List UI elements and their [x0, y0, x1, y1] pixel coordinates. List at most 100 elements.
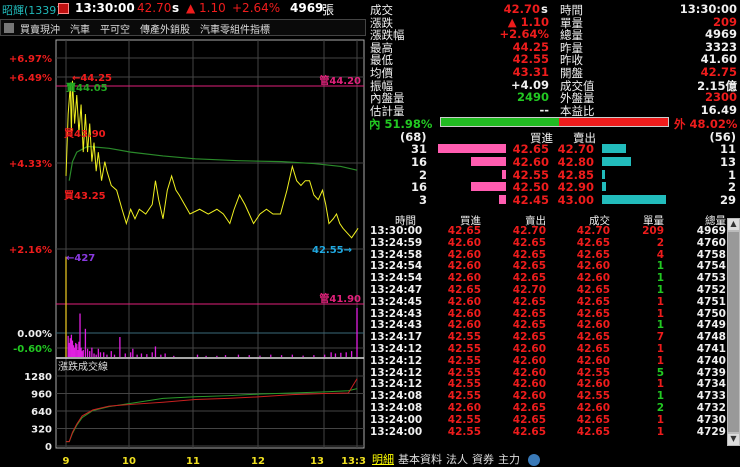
- tick-time: 13:24:54: [370, 272, 423, 285]
- tick-ask: 42.65: [512, 425, 546, 438]
- tick-volume: 1: [656, 425, 664, 438]
- tick-ask: 42.70: [512, 225, 546, 237]
- tag-item[interactable]: 汽車零組件指標: [200, 25, 270, 36]
- tick-price: 42.60: [576, 402, 610, 414]
- tick-time: 13:24:00: [370, 413, 423, 426]
- stock-name[interactable]: 昭輝(1339): [2, 2, 61, 18]
- refresh-icon[interactable]: [527, 454, 540, 466]
- tag-item[interactable]: 汽車: [70, 25, 90, 36]
- tick-bid: 42.55: [447, 343, 481, 355]
- tick-bid: 42.60: [447, 260, 481, 273]
- bid-price: 42.45: [512, 193, 549, 208]
- dropdown-icon[interactable]: [4, 23, 14, 33]
- scrollbar[interactable]: ▲ ▼: [727, 218, 740, 446]
- scroll-thumb[interactable]: [728, 232, 739, 432]
- header-price: 42.70: [137, 1, 172, 15]
- subchart-title: 漲跌成交線: [58, 360, 108, 373]
- red-cumulative-line: [66, 378, 358, 443]
- scroll-down-icon[interactable]: ▼: [728, 434, 739, 445]
- tag-item[interactable]: 買賣現沖: [20, 25, 60, 36]
- tab-major[interactable]: 主力: [498, 453, 520, 466]
- tick-total: 4760: [696, 236, 726, 249]
- tick-total: 4749: [696, 319, 726, 332]
- tick-ask: 42.65: [512, 236, 546, 249]
- tag-item[interactable]: 平可空: [100, 25, 130, 36]
- tick-price: 42.55: [576, 366, 610, 379]
- tick-total: 4752: [696, 284, 726, 296]
- tick-time: 13:24:00: [370, 425, 423, 438]
- ask-bar: [602, 169, 605, 179]
- tick-bid: 42.60: [447, 272, 481, 285]
- tick-total: 4732: [696, 402, 726, 414]
- y-tick: 1280: [24, 372, 52, 383]
- intraday-chart[interactable]: +6.97%+6.49%+4.33%+2.16%0.00%-0.60%←44.2…: [0, 38, 366, 466]
- tick-volume: 1: [656, 390, 664, 403]
- tick-bid: 42.55: [447, 331, 481, 344]
- tick-ask: 42.65: [512, 331, 546, 344]
- tick-total: 4729: [696, 425, 726, 438]
- x-tick: 10: [122, 456, 136, 466]
- tick-bid: 42.55: [447, 390, 481, 403]
- tick-price: 42.60: [576, 378, 610, 391]
- tick-bid: 42.65: [447, 225, 481, 237]
- header-time: 13:30:00: [75, 1, 135, 15]
- y-pct-tick: 0.00%: [17, 329, 52, 340]
- tick-total: 4739: [696, 366, 726, 379]
- tick-volume: 209: [642, 225, 664, 237]
- tick-bid: 42.60: [447, 295, 481, 308]
- tick-price: 42.65: [576, 331, 610, 344]
- tab-basic-info[interactable]: 基本資料: [398, 453, 442, 466]
- tick-price: 42.65: [576, 295, 610, 308]
- tick-time: 13:24:59: [370, 236, 423, 249]
- bid-bar: [470, 182, 506, 192]
- tick-price: 42.65: [576, 248, 610, 261]
- bid-quantity: 3: [418, 193, 427, 208]
- y-pct-tick: +6.97%: [9, 54, 52, 65]
- tick-volume: 4: [656, 248, 664, 261]
- tick-ask: 42.65: [512, 307, 546, 320]
- calendar-icon[interactable]: [58, 3, 69, 14]
- header-volume: 4969: [290, 1, 324, 15]
- sell-open-label: 賣44.05: [66, 81, 108, 94]
- tick-volume: 1: [656, 378, 664, 391]
- tab-detail[interactable]: 明細: [372, 453, 394, 466]
- tick-bid: 42.55: [447, 354, 481, 367]
- tick-price: 42.65: [576, 425, 610, 438]
- tick-ask: 42.60: [512, 343, 546, 355]
- y-tick: 320: [31, 425, 52, 436]
- y-tick: 640: [31, 407, 52, 418]
- tab-margin[interactable]: 資券: [472, 453, 494, 466]
- tick-ask: 42.60: [512, 354, 546, 367]
- tab-institutional[interactable]: 法人: [446, 453, 468, 466]
- tick-bid: 42.60: [447, 319, 481, 332]
- tick-price: 42.65: [576, 413, 610, 426]
- tick-bid: 42.60: [447, 402, 481, 414]
- tick-volume: 1: [656, 343, 664, 355]
- tick-total: 4751: [696, 295, 726, 308]
- tick-ask: 42.60: [512, 366, 546, 379]
- tag-item[interactable]: 傳產外銷股: [140, 25, 190, 36]
- bid-bar: [501, 169, 506, 179]
- ask-bar: [602, 144, 627, 153]
- header-change: 1.10: [199, 1, 226, 15]
- tick-total: 4730: [696, 413, 726, 426]
- x-tick: 13:30: [341, 456, 366, 466]
- stock-header: 昭輝(1339) 13:30:00 42.70 s ▲ 1.10 +2.64% …: [0, 0, 366, 18]
- tick-volume: 2: [656, 402, 664, 414]
- tick-total: 4758: [696, 248, 726, 261]
- average-price-line: [68, 145, 358, 181]
- y-tick: 960: [31, 390, 52, 401]
- open-volume-label: ←427: [66, 253, 95, 264]
- tick-price: 42.70: [576, 225, 610, 237]
- tick-time: 13:24:12: [370, 366, 423, 379]
- tick-time: 13:24:12: [370, 343, 423, 355]
- tick-price: 42.65: [576, 307, 610, 320]
- tick-total: 4741: [696, 343, 726, 355]
- tick-price: 42.55: [576, 390, 610, 403]
- ask-bar: [602, 195, 666, 205]
- buy-low-label: 買43.25: [64, 190, 106, 202]
- tick-ask: 42.65: [512, 402, 546, 414]
- scroll-up-icon[interactable]: ▲: [728, 219, 739, 230]
- tick-price: 42.65: [576, 236, 610, 249]
- tick-bid: 42.60: [447, 307, 481, 320]
